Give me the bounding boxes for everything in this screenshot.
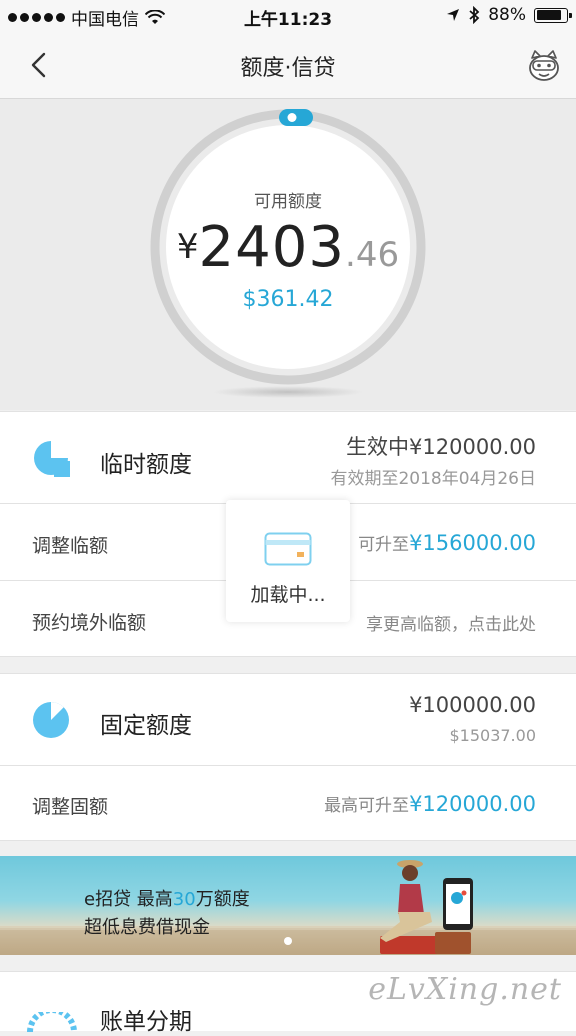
card-icon: [264, 532, 312, 566]
location-arrow-icon: [447, 9, 460, 21]
adjust-fixed-label: 调整固额: [32, 796, 109, 818]
adjust-fixed-amount: ¥120000.00: [409, 792, 536, 816]
currency-symbol: ¥: [176, 227, 199, 267]
status-bar: 中国电信 上午11:23 88%: [0, 0, 576, 32]
banner-page-indicator[interactable]: [284, 937, 292, 945]
mascot-icon[interactable]: [526, 48, 562, 84]
available-credit-usd: $361.42: [242, 287, 334, 312]
available-credit-panel: 可用额度 ¥2403.46 $361.42: [0, 99, 576, 410]
nav-bar: 额度·信贷: [0, 32, 576, 99]
available-credit-label: 可用额度: [254, 192, 322, 212]
temporary-credit-header[interactable]: 临时额度 生效中¥120000.00 有效期至2018年04月26日: [0, 411, 576, 503]
loading-dialog: 加载中...: [226, 500, 350, 622]
bluetooth-icon: [469, 6, 480, 24]
overseas-temporary-hint: 享更高临额，点击此处: [366, 615, 536, 635]
adjust-temporary-amount: ¥156000.00: [409, 531, 536, 555]
adjust-fixed-value: 最高可升至¥120000.00: [324, 791, 536, 816]
amount-integer: 2403: [198, 215, 346, 280]
battery-icon: [534, 7, 572, 23]
amount-decimal: .46: [345, 235, 400, 275]
banner-headline: e招贷 最高30万额度: [84, 885, 250, 911]
watermark: eLvXing.net: [368, 972, 562, 1007]
temporary-credit-status: 生效中¥120000.00: [346, 435, 536, 459]
temporary-credit-icon: [34, 441, 70, 477]
fixed-credit-header[interactable]: 固定额度 ¥100000.00 $15037.00: [0, 673, 576, 765]
fixed-credit-cny: ¥100000.00: [409, 693, 536, 717]
fixed-credit-usd: $15037.00: [449, 726, 536, 745]
overseas-temporary-label: 预约境外临额: [32, 612, 147, 634]
temporary-credit-validity: 有效期至2018年04月26日: [330, 469, 536, 489]
banner-headline-a: e招贷 最高: [84, 889, 173, 910]
available-credit-amount: ¥2403.46: [0, 215, 576, 280]
temporary-credit-title: 临时额度: [100, 452, 192, 478]
adjust-temporary-value: 可升至¥156000.00: [358, 530, 536, 555]
adjust-temporary-label: 调整临额: [32, 535, 109, 557]
promo-banner[interactable]: e招贷 最高30万额度 超低息费借现金: [0, 856, 576, 955]
loading-text: 加载中...: [250, 584, 326, 606]
fixed-credit-title: 固定额度: [100, 713, 192, 739]
banner-headline-highlight: 30: [172, 889, 196, 910]
fixed-credit-icon: [33, 702, 69, 738]
adjust-temporary-prefix: 可升至: [358, 535, 410, 555]
battery-percent: 88%: [488, 5, 526, 25]
banner-headline-c: 万额度: [195, 889, 250, 910]
adjust-fixed-row[interactable]: 调整固额 最高可升至¥120000.00: [0, 765, 576, 841]
adjust-fixed-prefix: 最高可升至: [324, 796, 410, 816]
installment-title: 账单分期: [100, 1009, 192, 1035]
banner-subline: 超低息费借现金: [84, 917, 210, 938]
installment-icon: [27, 1012, 77, 1032]
page-title: 额度·信贷: [240, 56, 336, 81]
